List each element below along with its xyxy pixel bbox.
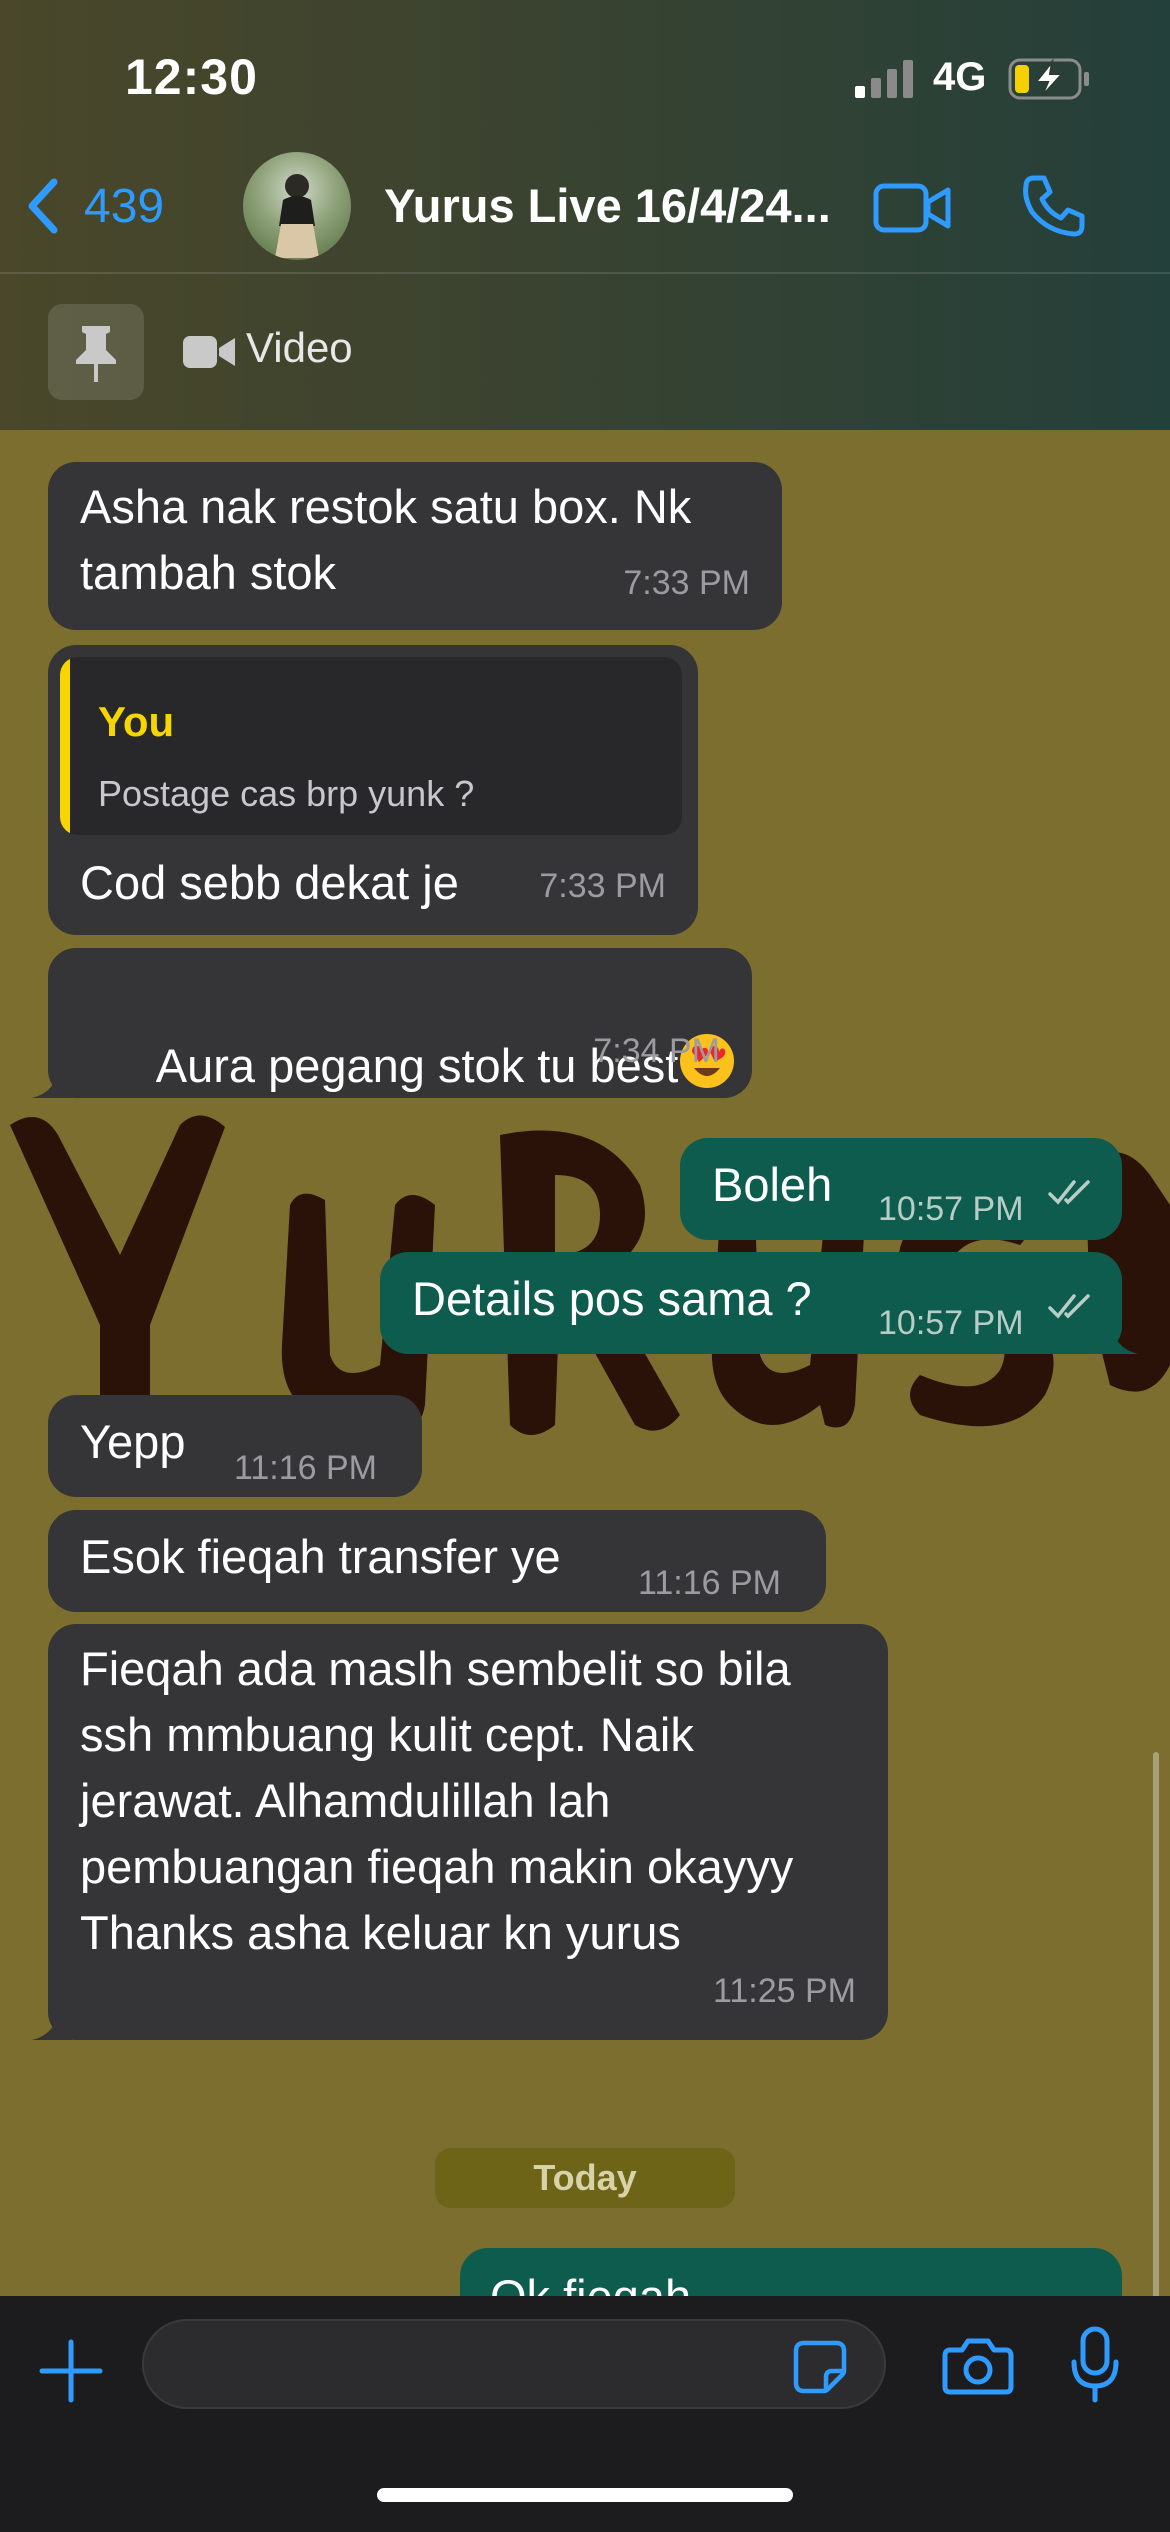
message-text: Yepp (80, 1415, 186, 1468)
reply-text: Postage cas brp yunk ? (98, 773, 475, 814)
video-icon (183, 336, 235, 368)
back-button[interactable]: 439 (22, 176, 164, 236)
home-indicator[interactable] (377, 2488, 793, 2502)
message-bubble-incoming[interactable]: Asha nak restok satu box. Nk tambah stok… (48, 462, 782, 630)
pin-icon (76, 326, 116, 382)
date-separator: Today (435, 2148, 735, 2208)
signal-icon (855, 60, 913, 98)
message-bubble-incoming[interactable]: Esok fieqah transfer ye 11:16 PM (48, 1510, 826, 1612)
pinned-message-bar[interactable]: Video (0, 274, 1170, 430)
reply-quote[interactable]: You Postage cas brp yunk ? (60, 657, 682, 835)
chat-title[interactable]: Yurus Live 16/4/24... (384, 178, 854, 233)
message-text: Details pos sama ? (412, 1272, 812, 1325)
message-bubble-incoming[interactable]: Yepp 11:16 PM (48, 1395, 422, 1497)
reply-quote-bar (60, 657, 70, 835)
message-bubble-incoming[interactable]: You Postage cas brp yunk ? Cod sebb deka… (48, 645, 698, 935)
message-time: 7:33 PM (623, 564, 750, 602)
message-time: 7:34 PM (593, 1032, 720, 1070)
message-time: 11:25 PM (712, 1972, 856, 2010)
bubble-tail (32, 2010, 72, 2040)
message-bubble-outgoing[interactable]: Details pos sama ? 10:57 PM (380, 1252, 1138, 1354)
message-text: Esok fieqah transfer ye (80, 1530, 561, 1583)
status-time: 12:30 (125, 49, 258, 105)
message-time: 7:33 PM (539, 867, 666, 905)
plus-icon[interactable] (38, 2338, 104, 2404)
message-text: Asha nak restok satu box. Nk tambah stok (80, 480, 692, 599)
nav-bar: 439 Yurus Live 16/4/24... (0, 140, 1170, 274)
message-time: 11:16 PM (638, 1564, 782, 1602)
message-time: 10:57 PM (878, 1190, 1024, 1228)
phone-icon[interactable] (1020, 172, 1088, 240)
message-bubble-incoming[interactable]: Fieqah ada maslh sembelit so bila ssh mm… (32, 1624, 888, 2040)
message-bubble-outgoing[interactable]: Ok fieqah (460, 2248, 1122, 2296)
bubble-tail (32, 1068, 72, 1098)
status-bar: 12:30 4G (0, 0, 1170, 140)
network-type: 4G (933, 55, 987, 99)
scrollbar[interactable] (1153, 1752, 1159, 2296)
unread-count: 439 (84, 179, 165, 233)
message-time: 10:57 PM (878, 1304, 1024, 1342)
reply-author: You (98, 698, 175, 745)
message-input[interactable] (142, 2319, 886, 2409)
message-text: Cod sebb dekat je (80, 856, 459, 909)
double-check-icon (1048, 1180, 1090, 1205)
message-bubble-incoming[interactable]: Aura pegang stok tu best 7:34 PM (32, 948, 752, 1098)
battery-charging-icon (1008, 58, 1089, 100)
chat-header: 12:30 4G 439 Yurus Live 16/4/24... Video (0, 0, 1170, 430)
bubble-tail (1098, 1324, 1138, 1354)
chevron-left-icon (28, 178, 58, 234)
video-call-icon[interactable] (872, 180, 952, 236)
avatar-photo (275, 174, 319, 258)
sticker-icon[interactable] (792, 2339, 848, 2395)
double-check-icon (1048, 1294, 1090, 1319)
message-text: Boleh (712, 1158, 833, 1211)
message-bubble-outgoing[interactable]: Boleh 10:57 PM (680, 1138, 1122, 1240)
message-text: Ok fieqah (490, 2264, 691, 2296)
message-text: Fieqah ada maslh sembelit so bila ssh mm… (80, 1642, 794, 1959)
message-list[interactable]: Asha nak restok satu box. Nk tambah stok… (0, 430, 1170, 2296)
pin-button[interactable] (48, 304, 144, 400)
camera-icon[interactable] (942, 2336, 1014, 2396)
microphone-icon[interactable] (1070, 2326, 1120, 2404)
avatar[interactable] (243, 152, 351, 260)
pinned-label: Video (246, 324, 353, 371)
message-time: 11:16 PM (234, 1449, 378, 1487)
